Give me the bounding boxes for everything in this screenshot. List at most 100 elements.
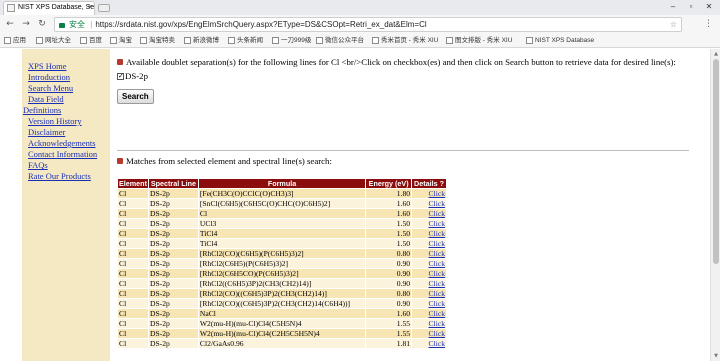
bookmark-item[interactable]: 一刀999级 [272,34,311,47]
sidebar-item-acknowledgements[interactable]: Acknowledgements [28,138,110,149]
sidebar-item-disclaimer[interactable]: Disclaimer [28,127,110,138]
cell-element: Cl [117,338,149,349]
cell-formula: [RhCl2(C6H5CO)(P(C6H5)3)2] [197,268,367,279]
cell-energy: 1.55 [365,328,413,339]
bookmark-item[interactable]: 百度 [80,34,102,47]
close-tab-icon[interactable]: × [88,2,92,14]
minimize-icon[interactable]: – [664,0,682,13]
browser-tab-bar: NIST XPS Database, Se × – ▫ ✕ [0,0,720,15]
cell-energy: 1.50 [365,238,413,249]
details-link[interactable]: Click [429,190,445,198]
cell-element: Cl [117,238,149,249]
back-icon[interactable]: ← [4,18,16,31]
details-link[interactable]: Click [429,260,445,268]
bookmark-icon [372,37,379,44]
browser-tab[interactable]: NIST XPS Database, Se × [3,1,95,15]
details-link[interactable]: Click [429,230,445,238]
cell-details: Click [411,308,447,319]
address-bar[interactable]: 安全 | https://srdata.nist.gov/xps/EngElmSr… [54,17,682,32]
cell-formula: Cl [197,208,367,219]
cell-spectral-line: DS-2p [147,288,199,299]
table-row: Cl DS-2p Cl2/GaAs0.96 1.81 Click [117,338,447,349]
star-icon[interactable]: ☆ [670,18,677,31]
sidebar-item-definitions[interactable]: Definitions [23,105,110,116]
details-link[interactable]: Click [429,250,445,258]
cell-details: Click [411,208,447,219]
bookmark-item[interactable]: NIST XPS Database [526,34,594,47]
details-link[interactable]: Click [429,280,445,288]
sidebar-item-search-menu[interactable]: Search Menu [28,83,110,94]
maximize-icon[interactable]: ▫ [682,0,700,13]
details-link[interactable]: Click [429,240,445,248]
cell-energy: 1.60 [365,308,413,319]
bookmark-item[interactable]: 图文排版 - 秀米 XIU [446,34,512,47]
sidebar-item-contact-information[interactable]: Contact Information [28,149,110,160]
cell-formula: [Fe(CH3C(O)CClC(O)CH3)3] [197,188,367,199]
cell-spectral-line: DS-2p [147,268,199,279]
bookmark-item[interactable]: 秀米首页 - 秀米 XIU [372,34,438,47]
cell-energy: 0.90 [365,258,413,269]
bookmark-item[interactable]: 网址大全 [36,34,71,47]
cell-spectral-line: DS-2p [147,278,199,289]
cell-element: Cl [117,248,149,259]
bookmark-item[interactable]: 淘宝 [110,34,132,47]
cell-details: Click [411,218,447,229]
close-window-icon[interactable]: ✕ [700,0,718,13]
cell-spectral-line: DS-2p [147,198,199,209]
menu-icon[interactable]: ⋮ [704,18,713,31]
tab-title: NIST XPS Database, Se [18,4,95,11]
bookmark-item[interactable]: 微信公众平台 [316,34,364,47]
details-link[interactable]: Click [429,330,445,338]
search-button[interactable]: Search [117,89,154,104]
cell-spectral-line: DS-2p [147,338,199,349]
sidebar-item-xps-home[interactable]: XPS Home [28,61,110,72]
cell-formula: W2(mu-H)(mu-Cl)Cl4(C2H5C5H5N)4 [197,328,367,339]
page-scrollbar[interactable]: ▲ ▼ [710,49,720,361]
reload-icon[interactable]: ↻ [36,18,48,31]
details-link[interactable]: Click [429,220,445,228]
browser-toolbar: ← → ↻ 安全 | https://srdata.nist.gov/xps/En… [0,15,720,34]
bullet-icon [117,59,123,65]
details-link[interactable]: Click [429,300,445,308]
forward-icon[interactable]: → [20,18,32,31]
sidebar-item-data-field[interactable]: Data Field [28,94,110,105]
scroll-down-icon[interactable]: ▼ [712,352,720,360]
column-header-formula: Formula [197,178,367,189]
bookmark-apps[interactable]: 应用 [4,34,26,47]
doublet-prompt-text: Available doublet separation(s) for the … [126,57,676,67]
scroll-up-icon[interactable]: ▲ [712,50,720,58]
details-link[interactable]: Click [429,310,445,318]
scrollbar-thumb[interactable] [713,59,719,264]
details-link[interactable]: Click [429,320,445,328]
cell-formula: [RhCl2(C6H5)(P(C6H5)3)2] [197,258,367,269]
details-link[interactable]: Click [429,200,445,208]
bookmark-icon [184,37,191,44]
bookmark-item[interactable]: 头条新闻 [228,34,263,47]
details-link[interactable]: Click [429,210,445,218]
cell-spectral-line: DS-2p [147,228,199,239]
ds-2p-checkbox[interactable] [117,71,124,81]
page-viewport: XPS Home Introduction Search Menu Data F… [0,49,720,361]
cell-element: Cl [117,288,149,299]
bookmark-icon [140,37,147,44]
cell-element: Cl [117,208,149,219]
details-link[interactable]: Click [429,270,445,278]
details-link[interactable]: Click [429,340,445,348]
bookmark-item[interactable]: 淘宝特卖 [140,34,175,47]
matches-heading-text: Matches from selected element and spectr… [126,156,332,166]
sidebar-item-rate-our-products[interactable]: Rate Our Products [28,171,110,182]
security-indicator[interactable]: 安全 [55,20,87,29]
cell-formula: UCl3 [197,218,367,229]
bookmark-item[interactable]: 新浪微博 [184,34,219,47]
details-link[interactable]: Click [429,290,445,298]
cell-element: Cl [117,298,149,309]
sidebar-item-introduction[interactable]: Introduction [28,72,110,83]
sidebar-item-faqs[interactable]: FAQs [28,160,110,171]
new-tab-button[interactable] [98,4,110,12]
table-row: Cl DS-2p Cl 1.60 Click [117,208,447,219]
cell-energy: 0.90 [365,278,413,289]
table-row: Cl DS-2p W2(mu-H)(mu-Cl)Cl4(C2H5C5H5N)4 1.5… [117,328,447,339]
secure-label: 安全 [69,20,85,29]
sidebar-item-version-history[interactable]: Version History [28,116,110,127]
cell-details: Click [411,228,447,239]
